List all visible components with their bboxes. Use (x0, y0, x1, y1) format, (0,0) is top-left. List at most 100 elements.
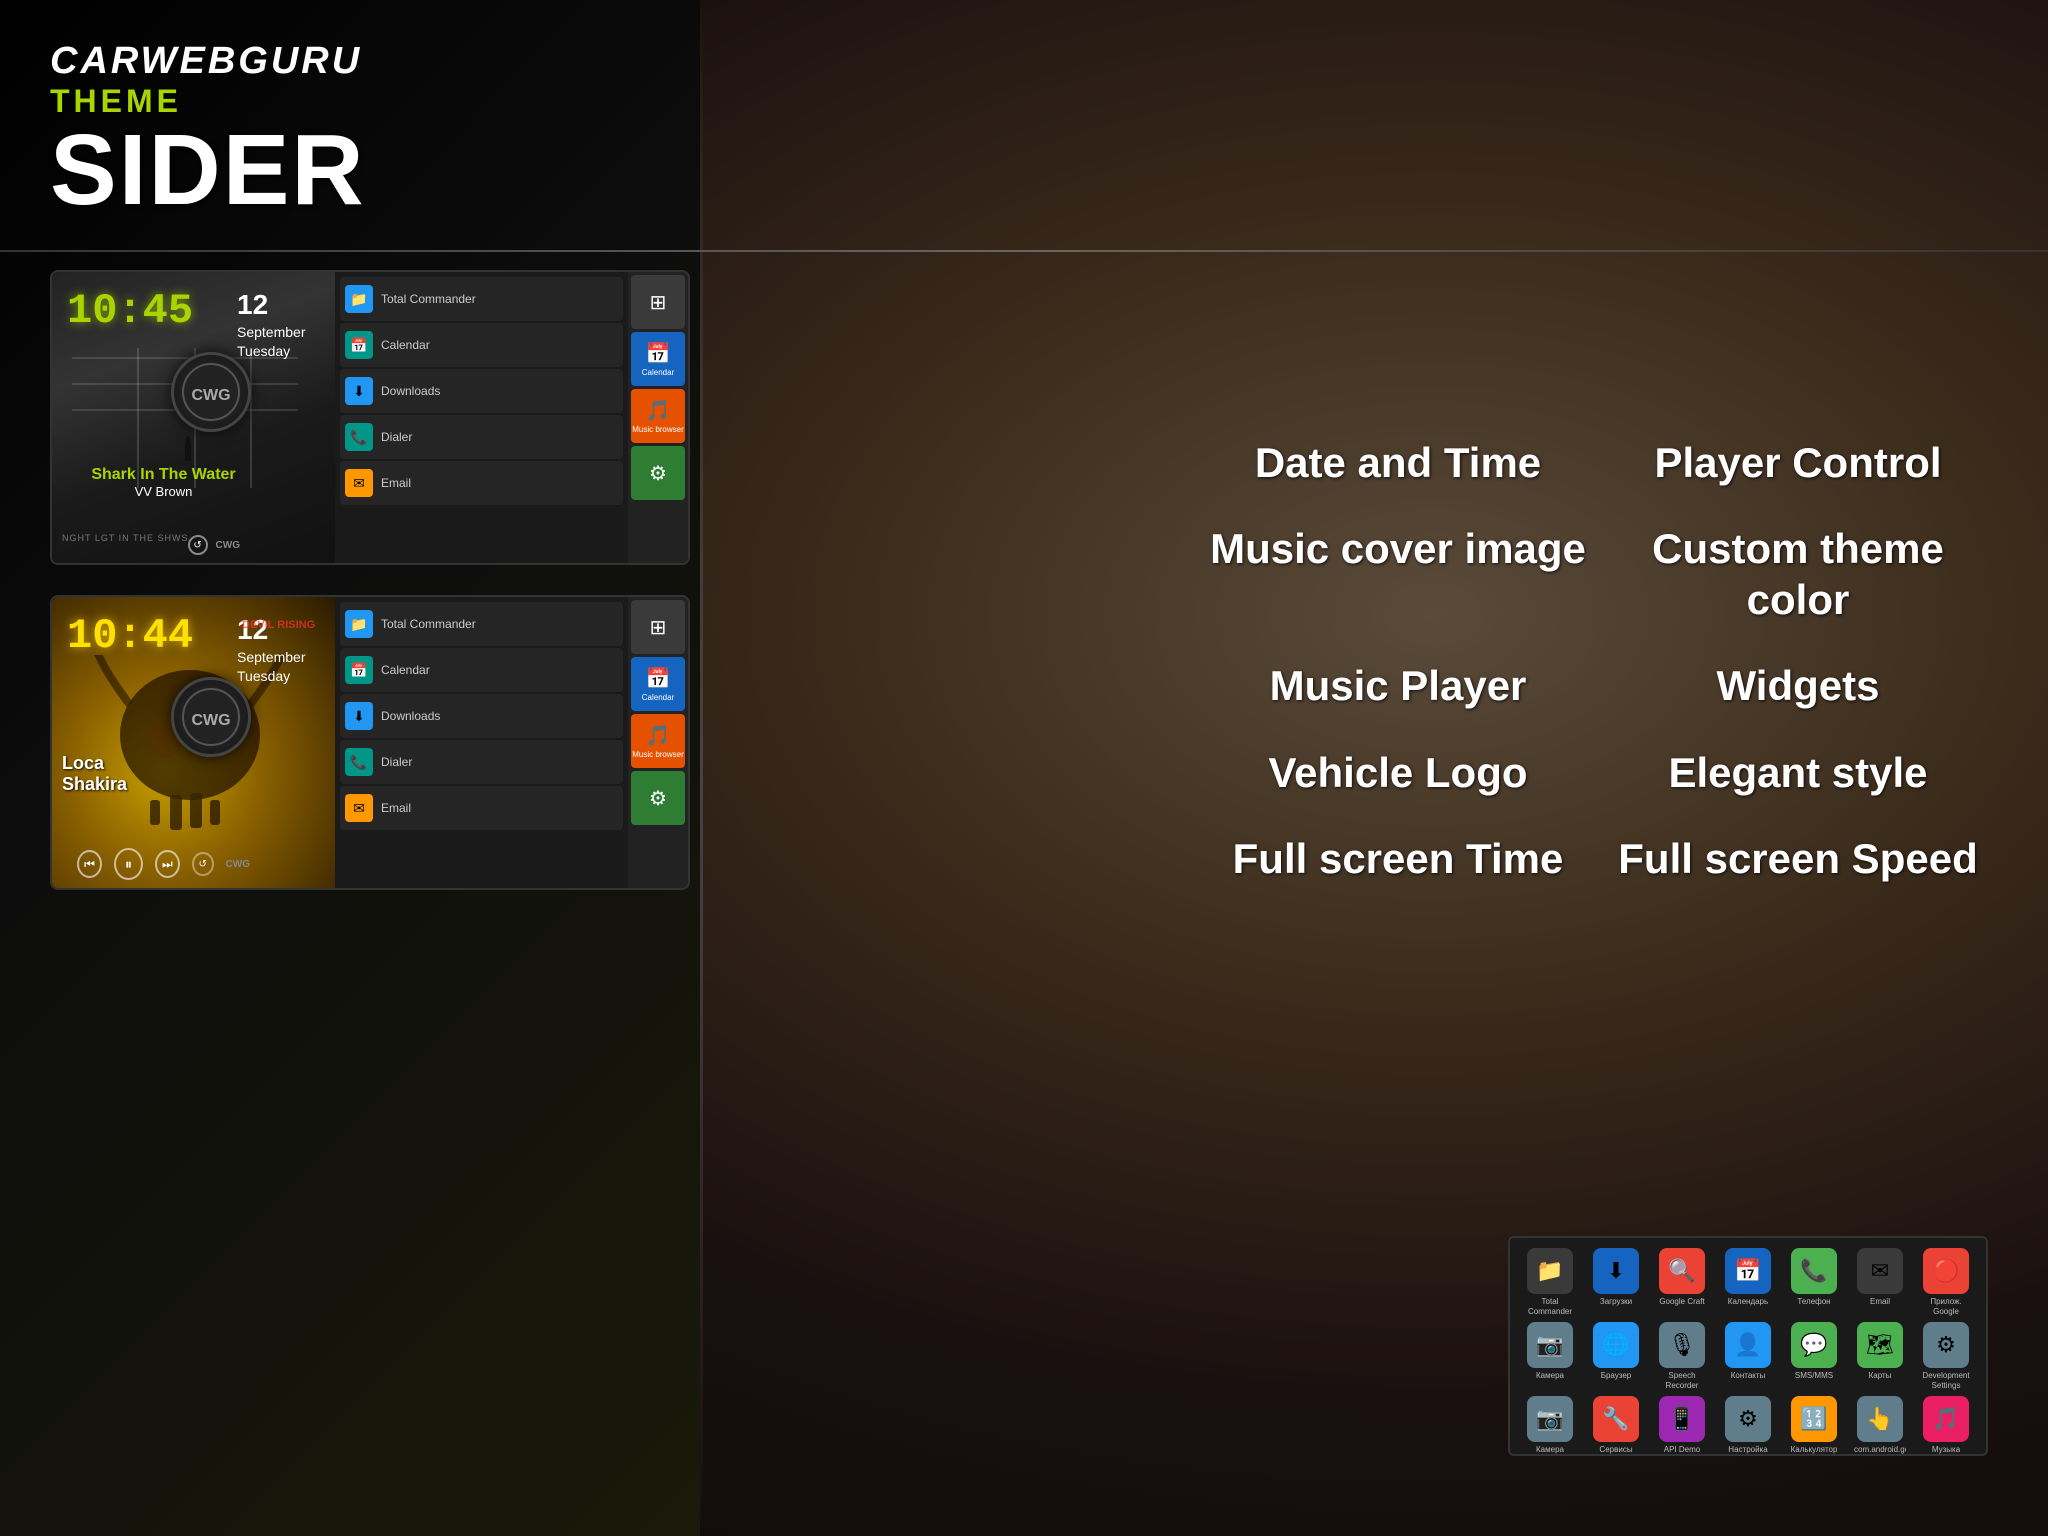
icon-settings-2[interactable]: ⚙ (631, 771, 685, 825)
app-grid-label: Калькулятор (1791, 1445, 1838, 1455)
app-grid-icon: ⚙ (1725, 1396, 1771, 1442)
settings-icon-2: ⚙ (649, 786, 667, 811)
app-label-dialer-2: Dialer (381, 755, 412, 769)
icon-grid[interactable]: ⊞ (631, 275, 685, 329)
app-label-dialer-1: Dialer (381, 430, 412, 444)
app-grid-label: Прилож. Google (1920, 1297, 1972, 1316)
icon-music[interactable]: 🎵 Music browser (631, 389, 685, 443)
icon-calendar-2[interactable]: 📅 Calendar (631, 657, 685, 711)
app-item-calendar-2[interactable]: 📅 Calendar (340, 648, 623, 692)
app-grid-item[interactable]: 🎵 Музыка (1916, 1396, 1976, 1456)
app-grid-item[interactable]: ✉ Email (1850, 1248, 1910, 1316)
features-panel: Date and Time Player Control Music cover… (1198, 420, 1998, 902)
app-icon-email-2: ✉ (345, 794, 373, 822)
app-grid-item[interactable]: 📅 Календарь (1718, 1248, 1778, 1316)
app-icon-commander: 📁 (345, 285, 373, 313)
calendar-label-2: Calendar (642, 693, 674, 702)
app-list-1: 📁 Total Commander 📅 Calendar ⬇ Downloads… (335, 272, 628, 563)
header: CARWEBGURU THEME SIDER (50, 40, 366, 220)
app-item-downloads-1[interactable]: ⬇ Downloads (340, 369, 623, 413)
svg-text:CWG: CWG (191, 712, 230, 729)
screenshot-dark-theme: 10:45 12 SeptemberTuesday CWG Shark In T… (50, 270, 690, 565)
icon-music-2[interactable]: 🎵 Music browser (631, 714, 685, 768)
app-grid-item[interactable]: ⚙ Настройка (1718, 1396, 1778, 1456)
player-controls-1: NGHT LGT IN THE SHWS ↺ CWG (57, 535, 250, 555)
app-item-email-2[interactable]: ✉ Email (340, 786, 623, 830)
app-grid-label: Телефон (1797, 1297, 1830, 1307)
app-grid-item[interactable]: ⬇ Загрузки (1586, 1248, 1646, 1316)
app-grid-item[interactable]: 📁 Total Commander (1520, 1248, 1580, 1316)
ui-main-2: 10:44 DEVIL RISING 12 SeptemberTuesday C… (52, 597, 688, 888)
app-grid-item[interactable]: 👆 com.android.gestur (1850, 1396, 1910, 1456)
app-item-commander-1[interactable]: 📁 Total Commander (340, 277, 623, 321)
app-grid-label: Календарь (1728, 1297, 1768, 1307)
song-info-2: Loca Shakira (62, 753, 127, 795)
app-icon-email: ✉ (345, 469, 373, 497)
app-label-calendar-2: Calendar (381, 663, 430, 677)
app-item-commander-2[interactable]: 📁 Total Commander (340, 602, 623, 646)
app-grid-icon: 🔴 (1923, 1248, 1969, 1294)
app-grid-label: Total Commander (1524, 1297, 1576, 1316)
icon-settings[interactable]: ⚙ (631, 446, 685, 500)
brand-name: CARWEBGURU (50, 40, 366, 83)
screenshot-yellow-theme: 10:44 DEVIL RISING 12 SeptemberTuesday C… (50, 595, 690, 890)
time-display-1: 10:45 (67, 287, 193, 335)
app-grid-item[interactable]: 📱 API Demo (1652, 1396, 1712, 1456)
icon-calendar[interactable]: 📅 Calendar (631, 332, 685, 386)
app-label-email-1: Email (381, 476, 411, 490)
app-item-dialer-1[interactable]: 📞 Dialer (340, 415, 623, 459)
app-grid-item[interactable]: 📷 Камера (1520, 1396, 1580, 1456)
grid-icon: ⊞ (650, 290, 667, 315)
feature-widgets: Widgets (1598, 643, 1998, 729)
app-grid-item[interactable]: 📞 Телефон (1784, 1248, 1844, 1316)
app-grid-screenshot: 📁 Total Commander ⬇ Загрузки 🔍 Google Cr… (1508, 1236, 1988, 1456)
app-grid-item[interactable]: 🔢 Калькулятор (1784, 1396, 1844, 1456)
app-grid-item[interactable]: 🔧 Сервисы Google PI (1586, 1396, 1646, 1456)
repeat-btn-2[interactable]: ↺ (192, 852, 214, 876)
app-grid-item[interactable]: 🔴 Прилож. Google (1916, 1248, 1976, 1316)
next-btn[interactable]: ⏭ (155, 850, 180, 878)
app-grid-item[interactable]: 💬 SMS/MMS (1784, 1322, 1844, 1390)
app-grid-label: Загрузки (1600, 1297, 1632, 1307)
icon-grid-2[interactable]: ⊞ (631, 600, 685, 654)
app-grid-item[interactable]: 🗺 Карты (1850, 1322, 1910, 1390)
app-grid-icon: 🔢 (1791, 1396, 1837, 1442)
app-grid-item[interactable]: 📷 Камера (1520, 1322, 1580, 1390)
app-grid-label: Карты (1869, 1371, 1892, 1381)
app-icon-commander-2: 📁 (345, 610, 373, 638)
app-grid-label: Development Settings (1920, 1371, 1972, 1390)
app-grid-label: com.android.gestur (1854, 1445, 1906, 1455)
repeat-btn[interactable]: ↺ (188, 535, 208, 555)
app-grid-item[interactable]: 👤 Контакты (1718, 1322, 1778, 1390)
app-grid-icon: 📅 (1725, 1248, 1771, 1294)
app-label-email-2: Email (381, 801, 411, 815)
music-label: Music browser (632, 425, 684, 434)
prev-btn[interactable]: ⏮ (77, 850, 102, 878)
app-title: SIDER (50, 120, 366, 220)
app-icon-calendar-2: 📅 (345, 656, 373, 684)
app-grid-icon: 🌐 (1593, 1322, 1639, 1368)
pause-btn[interactable]: ⏸ (114, 848, 143, 880)
app-grid-icon: 💬 (1791, 1322, 1837, 1368)
icon-strip-1: ⊞ 📅 Calendar 🎵 Music browser ⚙ (628, 272, 688, 563)
app-item-email-1[interactable]: ✉ Email (340, 461, 623, 505)
feature-player-control: Player Control (1598, 420, 1998, 506)
app-grid-icon: 🔧 (1593, 1396, 1639, 1442)
app-grid-icon: 👆 (1857, 1396, 1903, 1442)
devil-rising-text: DEVIL RISING (242, 619, 315, 631)
app-grid-item[interactable]: 🎙 Speech Recorder (1652, 1322, 1712, 1390)
app-grid-item[interactable]: ⚙ Development Settings (1916, 1322, 1976, 1390)
app-grid-label: Контакты (1731, 1371, 1766, 1381)
app-item-dialer-2[interactable]: 📞 Dialer (340, 740, 623, 784)
app-grid-item[interactable]: 🌐 Браузер (1586, 1322, 1646, 1390)
ui-left-2: 10:44 DEVIL RISING 12 SeptemberTuesday C… (52, 597, 335, 888)
app-grid-icon: 👤 (1725, 1322, 1771, 1368)
app-icon-downloads: ⬇ (345, 377, 373, 405)
app-item-downloads-2[interactable]: ⬇ Downloads (340, 694, 623, 738)
app-grid-label: Speech Recorder (1656, 1371, 1708, 1390)
song-title-1: Shark In The Water (77, 466, 250, 484)
app-item-calendar-1[interactable]: 📅 Calendar (340, 323, 623, 367)
app-grid-item[interactable]: 🔍 Google Craft (1652, 1248, 1712, 1316)
person-silhouette (185, 436, 191, 461)
feature-fullscreen-time: Full screen Time (1198, 816, 1598, 902)
